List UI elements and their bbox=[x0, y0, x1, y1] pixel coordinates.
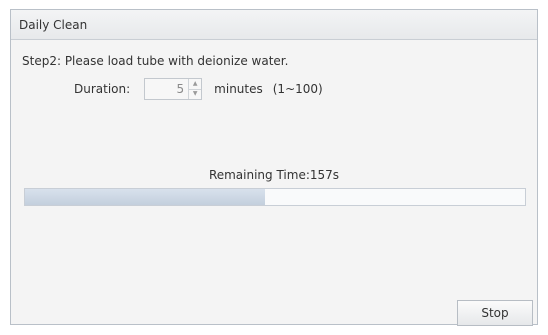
duration-spin-buttons: ▲ ▼ bbox=[188, 79, 202, 100]
duration-range: (1~100) bbox=[272, 82, 323, 96]
spin-down-icon[interactable]: ▼ bbox=[189, 88, 202, 100]
duration-label: Duration: bbox=[74, 82, 131, 96]
clean-progress-bar bbox=[24, 188, 526, 206]
step-instruction: Step2: Please load tube with deionize wa… bbox=[22, 54, 289, 68]
dialog-titlebar: Daily Clean bbox=[11, 10, 537, 40]
remaining-time-label: Remaining Time:157s bbox=[208, 168, 340, 182]
duration-row: Duration: 5 ▲ ▼ minutes (1~100) bbox=[74, 78, 323, 100]
duration-units: minutes bbox=[214, 82, 263, 96]
daily-clean-dialog: Daily Clean Step2: Please load tube with… bbox=[10, 9, 538, 326]
dialog-title: Daily Clean bbox=[19, 17, 88, 32]
stop-button[interactable]: Stop bbox=[457, 300, 533, 326]
progress-fill bbox=[25, 189, 265, 205]
spin-up-icon[interactable]: ▲ bbox=[189, 79, 201, 89]
dialog-content: Step2: Please load tube with deionize wa… bbox=[11, 40, 537, 326]
duration-value[interactable]: 5 bbox=[145, 79, 188, 99]
duration-spinbox[interactable]: 5 ▲ ▼ bbox=[144, 78, 203, 100]
